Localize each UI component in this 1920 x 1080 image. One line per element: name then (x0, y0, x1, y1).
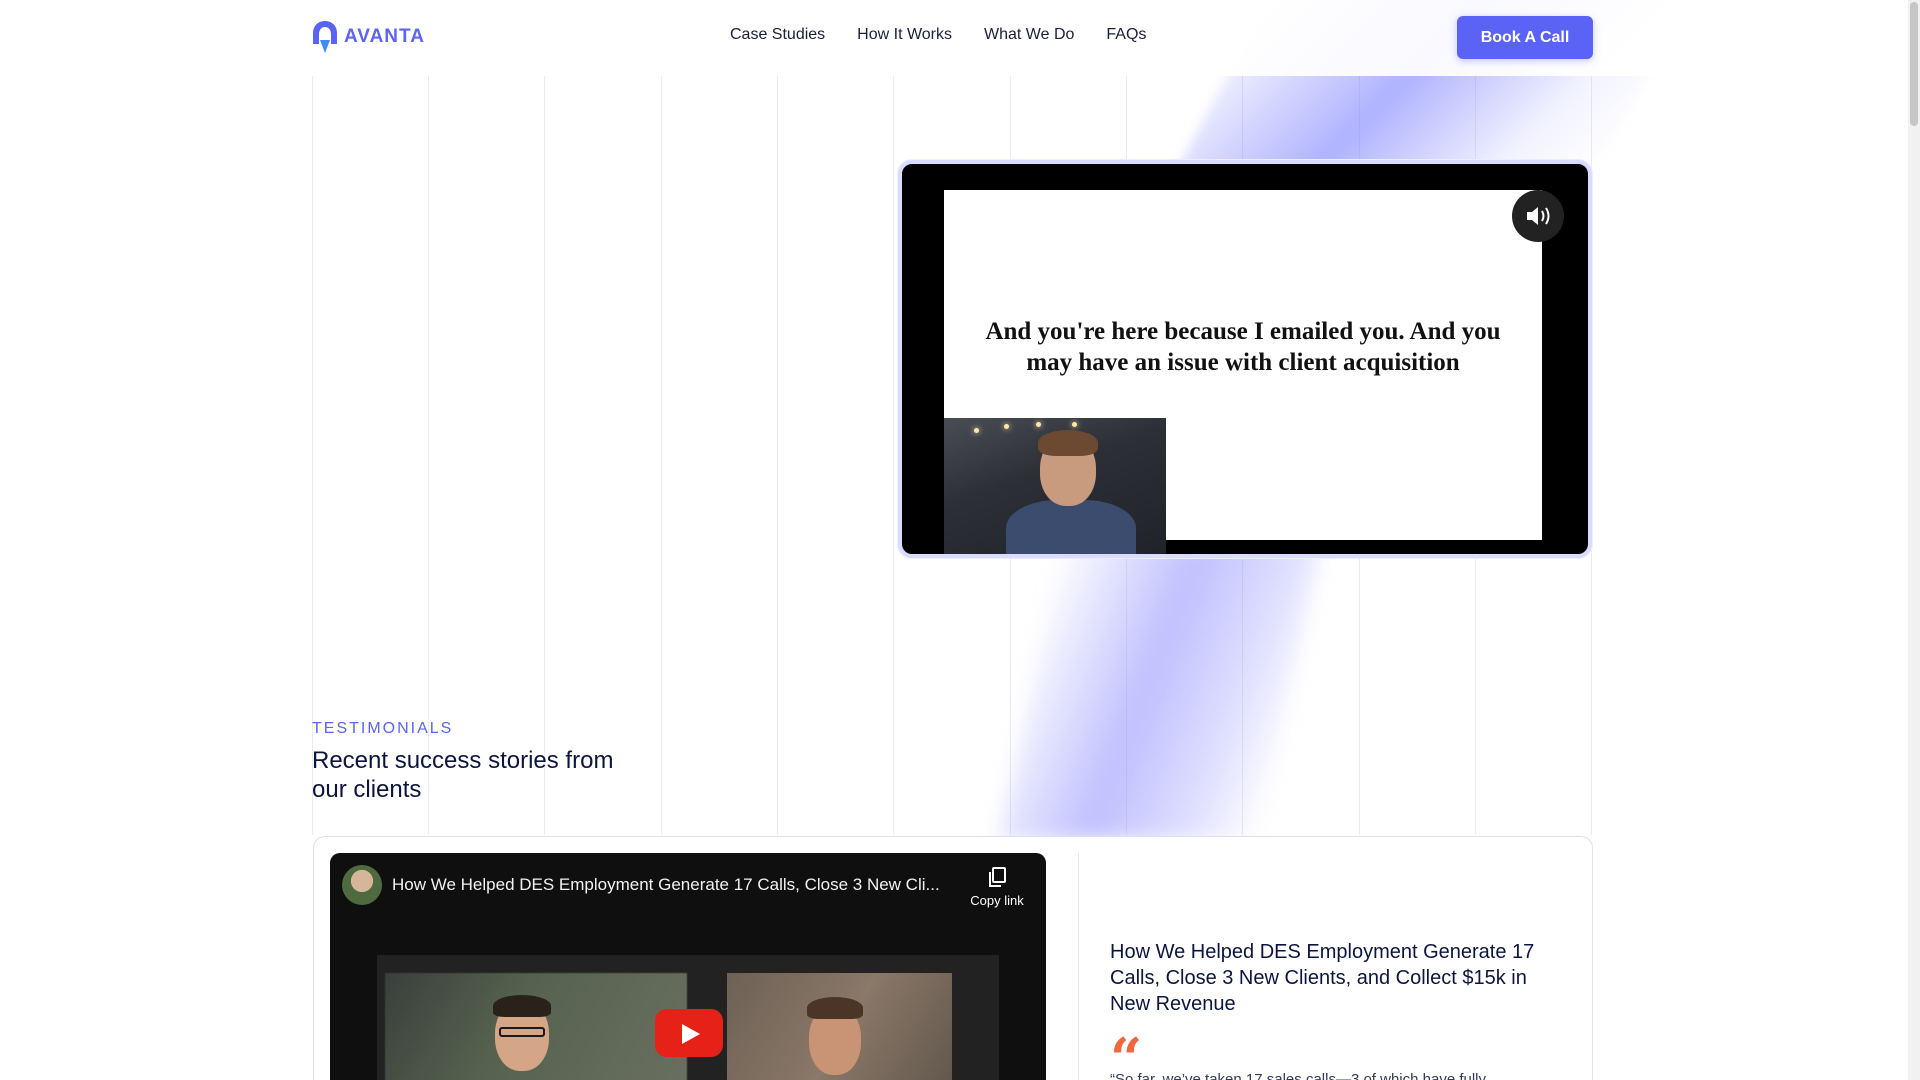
video-caption: And you're here because I emailed you. A… (985, 318, 1501, 376)
speaker-volume-icon (1527, 207, 1550, 225)
nav-what-we-do[interactable]: What We Do (984, 26, 1074, 44)
logo-link[interactable]: AVANTA (312, 20, 425, 54)
copy-icon (989, 867, 1006, 887)
testimonial-quote: “So far, we’ve taken 17 sales calls—3 of… (1110, 1071, 1487, 1080)
hero-video-player[interactable]: And you're here because I emailed you. A… (898, 160, 1592, 558)
testimonial-card: How We Helped DES Employment Generate 17… (313, 836, 1593, 1080)
channel-avatar[interactable] (342, 865, 382, 905)
scrollbar-thumb[interactable] (1910, 2, 1918, 126)
landing-page: AVANTA Case Studies How It Works What We… (0, 0, 1920, 1080)
video-thumbnail[interactable] (377, 955, 999, 1080)
page-scrollbar[interactable] (1908, 0, 1920, 1080)
testimonials-heading: Recent success stories from our clients (312, 747, 614, 803)
sound-toggle-button[interactable] (1512, 190, 1564, 242)
youtube-video-title[interactable]: How We Helped DES Employment Generate 17… (392, 875, 952, 895)
nav-how-it-works[interactable]: How It Works (857, 26, 952, 44)
youtube-embed[interactable]: How We Helped DES Employment Generate 17… (330, 853, 1046, 1080)
site-header: AVANTA Case Studies How It Works What We… (0, 0, 1920, 76)
book-a-call-button[interactable]: Book A Call (1457, 16, 1593, 59)
nav-faqs[interactable]: FAQs (1106, 26, 1146, 44)
nav-case-studies[interactable]: Case Studies (730, 26, 825, 44)
main-nav: Case Studies How It Works What We Do FAQ… (730, 26, 1146, 44)
testimonials-eyebrow: TESTIMONIALS (312, 720, 454, 737)
card-divider (1078, 853, 1079, 1080)
story-title: How We Helped DES Employment Generate 17… (1110, 941, 1535, 1015)
copy-link-button[interactable]: Copy link (962, 867, 1032, 908)
youtube-play-button[interactable] (655, 1009, 723, 1057)
avanta-logo-icon (313, 21, 337, 53)
copy-link-label: Copy link (970, 893, 1024, 908)
logo-wordmark: AVANTA (344, 26, 425, 47)
presenter-webcam (944, 418, 1166, 554)
